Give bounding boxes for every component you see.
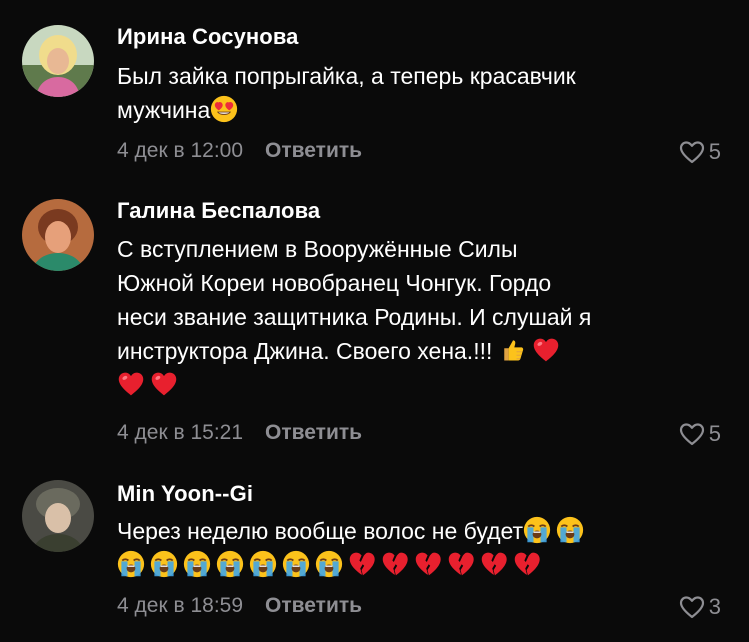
heart-outline-icon [679,595,705,619]
like-count: 5 [708,139,721,164]
comment-meta: 4 дек в 18:59 Ответить [117,594,362,618]
red-heart-emoji-icon [117,370,145,398]
comment-meta: 4 дек в 12:00 Ответить [117,139,362,163]
comment-text-line [117,548,717,582]
loudly-crying-emoji-icon [150,550,178,578]
like-button[interactable]: 5 [679,139,721,165]
comment-text-fragment: Через неделю вообще волос не будет [117,518,524,544]
reply-button[interactable]: Ответить [265,421,362,445]
comment-text-line: Через неделю вообще волос не будет [117,514,717,548]
broken-heart-emoji-icon [447,550,475,578]
loudly-crying-emoji-icon [556,516,584,544]
like-button[interactable]: 5 [679,421,721,447]
comment-text-line [117,368,717,402]
avatar[interactable] [22,199,94,271]
comment-text-line: неси звание защитника Родины. И слушай я [117,304,592,330]
loudly-crying-emoji-icon [249,550,277,578]
like-button[interactable]: 3 [679,594,721,620]
loudly-crying-emoji-icon [315,550,343,578]
loudly-crying-emoji-icon [183,550,211,578]
heart-eyes-emoji-icon [210,95,238,123]
broken-heart-emoji-icon [480,550,508,578]
loudly-crying-emoji-icon [523,516,551,544]
broken-heart-emoji-icon [414,550,442,578]
comment-text: С вступлением в Вооружённые Силы Южной К… [117,232,717,402]
like-count: 5 [708,421,721,446]
comment-meta: 4 дек в 15:21 Ответить [117,421,362,445]
red-heart-emoji-icon [150,370,178,398]
comment-author[interactable]: Галина Беспалова [117,198,320,224]
comment-text-line: инструктора Джина. Своего хена.!!! [117,334,717,368]
heart-outline-icon [679,422,705,446]
comment-text: Через неделю вообще волос не будет [117,514,717,582]
avatar[interactable] [22,480,94,552]
comment-timestamp: 4 дек в 12:00 [117,139,244,162]
broken-heart-emoji-icon [348,550,376,578]
comment-timestamp: 4 дек в 18:59 [117,594,244,617]
reply-button[interactable]: Ответить [265,594,362,618]
loudly-crying-emoji-icon [117,550,145,578]
comment-text-line: Южной Кореи новобранец Чонгук. Гордо [117,270,552,296]
comment-text-fragment: мужчина [117,97,211,123]
comment-author[interactable]: Min Yoon--Gi [117,481,253,507]
comment-text-line: мужчина [117,93,717,127]
comment-author[interactable]: Ирина Сосунова [117,24,299,50]
comment-text-line: Был зайка попрыгайка, а теперь красавчик [117,63,576,89]
comment-timestamp: 4 дек в 15:21 [117,421,244,444]
comment-text-fragment: инструктора Джина. Своего хена.!!! [117,338,493,364]
loudly-crying-emoji-icon [216,550,244,578]
broken-heart-emoji-icon [381,550,409,578]
broken-heart-emoji-icon [513,550,541,578]
avatar[interactable] [22,25,94,97]
heart-outline-icon [679,140,705,164]
loudly-crying-emoji-icon [282,550,310,578]
thumbs-up-emoji-icon [499,336,527,364]
like-count: 3 [708,594,721,619]
comment-text-line: С вступлением в Вооружённые Силы [117,236,518,262]
comment-text: Был зайка попрыгайка, а теперь красавчик… [117,59,717,127]
red-heart-emoji-icon [532,336,560,364]
reply-button[interactable]: Ответить [265,139,362,163]
